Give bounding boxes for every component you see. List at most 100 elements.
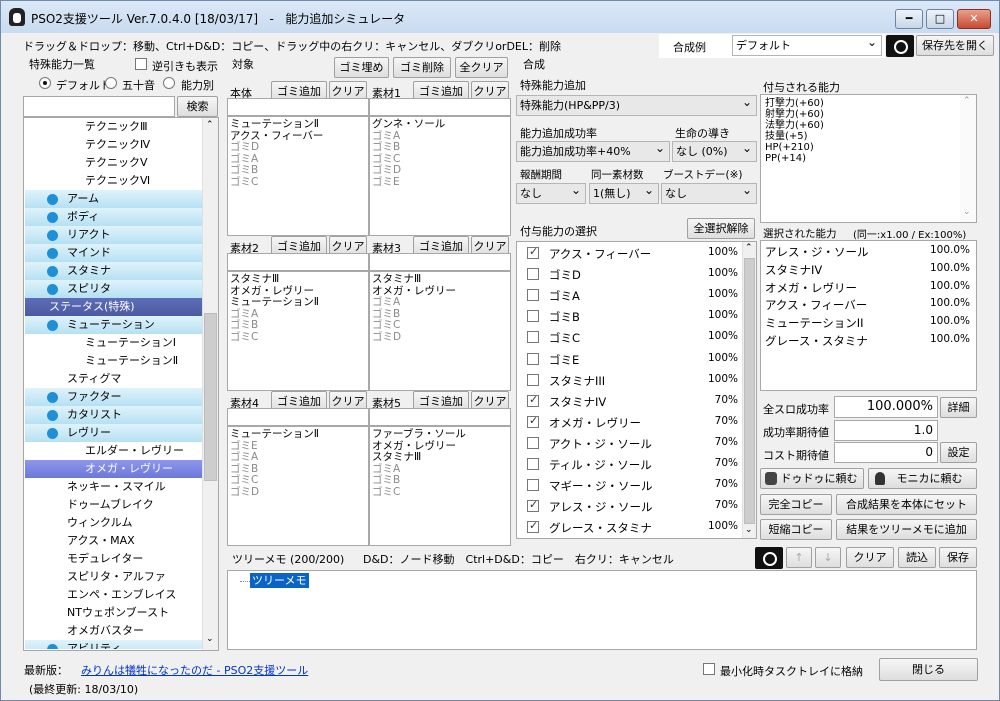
slot-item[interactable]: ファーブラ・ソール <box>370 428 510 441</box>
slot-input[interactable] <box>369 98 511 116</box>
radio-gojuon[interactable] <box>105 77 117 89</box>
slot-item[interactable]: ゴミC <box>370 319 510 332</box>
tree-memo-node[interactable]: ツリーメモ <box>250 573 309 588</box>
grant-checkbox[interactable] <box>527 519 539 534</box>
grant-checkbox[interactable] <box>527 352 539 365</box>
grant-row[interactable]: スタミナIV 70% <box>517 391 742 412</box>
ask-monica-button[interactable]: モニカに頼む <box>868 468 977 489</box>
tree-item[interactable]: マインド <box>25 244 202 262</box>
tree-item[interactable]: ネッキー・スマイル <box>25 478 202 496</box>
slot-item[interactable]: グンネ・ソール <box>370 118 510 131</box>
tree-item[interactable]: ミューテーションⅡ <box>25 352 202 370</box>
grant-row[interactable]: ゴミE 100% <box>517 349 742 370</box>
radio-by-ability[interactable] <box>163 77 175 89</box>
grant-checkbox[interactable] <box>527 458 539 470</box>
tree-item[interactable]: ドゥームブレイク <box>25 496 202 514</box>
close-window-button[interactable]: ✕ <box>957 9 991 29</box>
radio-default[interactable] <box>39 77 51 89</box>
detail-button[interactable]: 詳細 <box>940 397 977 418</box>
tree-item[interactable]: テクニックⅤ <box>25 154 202 172</box>
grant-checkbox[interactable] <box>527 479 539 492</box>
tree-item[interactable]: アビリティ <box>25 640 202 649</box>
tree-item[interactable]: スピリタ <box>25 280 202 298</box>
latest-version-link[interactable]: みりんは犠牲になったのだ - PSO2支援ツール <box>81 662 308 678</box>
tree-item[interactable]: ウィンクルム <box>25 514 202 532</box>
set-result-button[interactable]: 合成結果を本体にセット <box>836 494 977 515</box>
clear-all-button[interactable]: 全クリア <box>455 57 508 78</box>
slot-item[interactable]: ゴミB <box>370 474 510 487</box>
slot-input[interactable] <box>369 408 511 426</box>
slot-item[interactable]: ゴミD <box>228 486 368 499</box>
camera-icon[interactable] <box>886 35 914 57</box>
move-down-button[interactable]: ↓ <box>815 547 841 568</box>
memo-clear-button[interactable]: クリア <box>846 547 894 568</box>
slot-item[interactable]: ゴミC <box>228 331 368 344</box>
tree-item[interactable]: オメガ・レヴリー <box>25 460 202 478</box>
slot-item[interactable]: ゴミC <box>228 176 368 189</box>
ask-doudou-button[interactable]: ドゥドゥに頼む <box>760 468 864 489</box>
tree-item[interactable]: ミューテーションⅠ <box>25 334 202 352</box>
special-add-select[interactable]: 特殊能力(HP&PP/3) <box>516 95 757 116</box>
grant-row[interactable]: ゴミA 100% <box>517 285 742 306</box>
slot-item[interactable]: ゴミE <box>370 176 510 189</box>
slot-item[interactable]: ゴミA <box>228 451 368 464</box>
tree-item[interactable]: ステータス(特殊) <box>25 298 202 316</box>
full-copy-button[interactable]: 完全コピー <box>760 494 832 515</box>
grant-checklist[interactable]: アクス・フィーバー 100% ゴミD 100% ゴミA 100% ゴミB 100% ゴミC 100… <box>516 241 757 539</box>
tree-item[interactable]: テクニックⅢ <box>25 118 202 136</box>
tree-item[interactable]: NTウェポンブースト <box>25 604 202 622</box>
tree-item[interactable]: テクニックⅣ <box>25 136 202 154</box>
slot-item[interactable]: ゴミD <box>228 141 368 154</box>
tree-scroll-thumb[interactable] <box>204 313 217 481</box>
reward-select[interactable]: なし <box>516 183 586 204</box>
slot-item[interactable]: スタミナⅢ <box>228 273 368 286</box>
tree-item[interactable]: レヴリー <box>25 424 202 442</box>
tree-item[interactable]: スティグマ <box>25 370 202 388</box>
grant-row[interactable]: ティル・ジ・ソール 70% <box>517 454 742 475</box>
slot-item[interactable]: ゴミB <box>228 319 368 332</box>
delete-junk-button[interactable]: ゴミ削除 <box>393 57 451 78</box>
close-button[interactable]: 閉じる <box>879 658 978 681</box>
tree-scrollbar[interactable]: ⌃ ⌄ <box>202 118 218 650</box>
grant-checkbox[interactable] <box>527 393 539 407</box>
ability-tree[interactable]: テクニックⅢ テクニックⅣ テクニックⅤ テクニックⅥ アーム ボディ リアクト マインド スタ… <box>25 118 202 649</box>
move-up-button[interactable]: ↑ <box>786 547 812 568</box>
slot-list[interactable]: ファーブラ・ソール オメガ・レヴリー スタミナⅢ ゴミA ゴミB ゴミC <box>369 426 511 546</box>
grant-scrollbar[interactable]: ⌃ ⌄ <box>742 242 756 538</box>
tree-item[interactable]: エンペ・エンブレイス <box>25 586 202 604</box>
tree-item[interactable]: リアクト <box>25 226 202 244</box>
tree-item[interactable]: スピリタ・アルファ <box>25 568 202 586</box>
tree-item[interactable]: ファクター <box>25 388 202 406</box>
slot-item[interactable]: ミューテーションⅡ <box>228 118 368 131</box>
grant-scroll-thumb[interactable] <box>744 258 755 524</box>
grant-checkbox[interactable] <box>527 373 539 386</box>
slot-item[interactable]: ゴミB <box>370 141 510 154</box>
grant-checkbox[interactable] <box>527 436 539 449</box>
search-button[interactable]: 検索 <box>177 96 218 117</box>
grant-row[interactable]: アレス・ジ・ソール 70% <box>517 496 742 517</box>
memo-camera-icon[interactable] <box>755 547 783 569</box>
grant-checkbox[interactable] <box>527 245 539 259</box>
slot-item[interactable]: スタミナⅢ <box>370 451 510 464</box>
setting-button[interactable]: 設定 <box>940 442 977 463</box>
open-save-folder-button[interactable]: 保存先を開く <box>916 35 994 56</box>
slot-input[interactable] <box>227 98 369 116</box>
grant-row[interactable]: ゴミD 100% <box>517 264 742 285</box>
title-bar[interactable]: PSO2支援ツール Ver.7.0.4.0 [18/03/17] - 能力追加シ… <box>1 1 999 33</box>
grant-row[interactable]: アクス・フィーバー 100% <box>517 243 742 264</box>
deselect-all-button[interactable]: 全選択解除 <box>687 218 755 239</box>
slot-item[interactable]: ゴミA <box>370 296 510 309</box>
slot-list[interactable]: ミューテーションⅡ アクス・フィーバー ゴミD ゴミA ゴミB ゴミC <box>227 116 369 236</box>
grant-row[interactable]: オメガ・レヴリー 70% <box>517 412 742 433</box>
grant-row[interactable]: ゴミC 100% <box>517 327 742 348</box>
tray-checkbox[interactable] <box>703 663 715 675</box>
grant-checkbox[interactable] <box>527 310 539 323</box>
slot-item[interactable]: ゴミD <box>370 331 510 344</box>
minimize-button[interactable]: ━ <box>895 9 923 29</box>
tree-item[interactable]: アーム <box>25 190 202 208</box>
slot-item[interactable]: ミューテーションⅡ <box>228 296 368 309</box>
memo-save-button[interactable]: 保存 <box>939 547 977 568</box>
slot-item[interactable]: ゴミD <box>370 164 510 177</box>
slot-list[interactable]: グンネ・ソール ゴミA ゴミB ゴミC ゴミD ゴミE <box>369 116 511 236</box>
memo-load-button[interactable]: 読込 <box>898 547 936 568</box>
